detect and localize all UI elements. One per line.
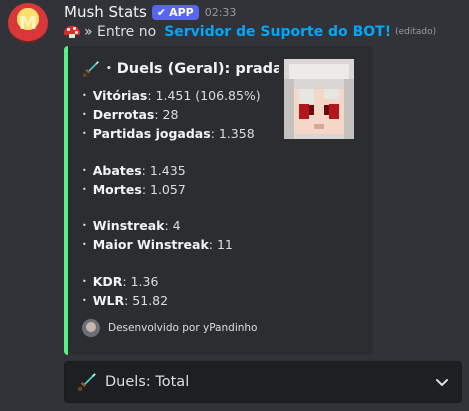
- stat-label: Derrotas: [92, 107, 155, 122]
- badge-label: APP: [169, 5, 194, 19]
- stat-value: : 11: [208, 237, 233, 252]
- stat-label: Winstreak: [92, 218, 165, 233]
- stat-label: WLR: [92, 293, 125, 308]
- sword-icon: [83, 61, 99, 77]
- stat-row: • Partidas jogadas : 1.358: [82, 126, 255, 141]
- bullet-icon: •: [82, 185, 87, 194]
- bullet-icon: •: [82, 166, 87, 175]
- footer-text: Desenvolvido por yPandinho: [108, 322, 258, 334]
- stat-row: • WLR : 51.82: [82, 293, 168, 308]
- timestamp[interactable]: 02:33: [205, 6, 237, 19]
- stat-label: Abates: [92, 163, 142, 178]
- stat-value: : 1.435: [141, 163, 186, 178]
- message-content: » Entre no Servidor de Suporte do BOT! (…: [64, 22, 436, 42]
- app-badge: ✔ APP: [151, 4, 199, 20]
- message-header: Mush Stats ✔ APP 02:33: [64, 2, 236, 22]
- stat-row: • KDR : 1.36: [82, 274, 158, 289]
- select-value: Duels: Total: [105, 374, 190, 390]
- player-skin-thumbnail: [279, 59, 359, 139]
- bullet-icon: •: [82, 129, 87, 138]
- footer-avatar-icon: [82, 319, 100, 337]
- intro-text: » Entre no: [84, 24, 157, 40]
- stat-value: : 4: [164, 218, 181, 233]
- bot-avatar[interactable]: M: [8, 3, 48, 43]
- stat-value: : 28: [154, 107, 179, 122]
- stat-row: • Maior Winstreak : 11: [82, 237, 233, 252]
- stat-label: Partidas jogadas: [92, 126, 211, 141]
- bullet-icon: •: [82, 221, 87, 230]
- stat-label: KDR: [92, 274, 123, 289]
- mode-select-dropdown[interactable]: Duels: Total: [64, 361, 462, 403]
- stat-value: : 51.82: [124, 293, 169, 308]
- bullet-icon: •: [82, 240, 87, 249]
- embed-title-row: • Duels (Geral): pradaa: [82, 60, 293, 78]
- embed-footer: Desenvolvido por yPandinho: [82, 319, 257, 337]
- edited-label: (editado): [395, 27, 437, 37]
- bullet-icon: •: [82, 91, 87, 100]
- embed-title: Duels (Geral): pradaa: [116, 61, 293, 77]
- bullet-icon: •: [82, 110, 87, 119]
- stat-value: : 1.451 (106.85%): [147, 88, 261, 103]
- author-name[interactable]: Mush Stats: [64, 3, 147, 21]
- stat-value: : 1.057: [141, 182, 186, 197]
- stat-label: Maior Winstreak: [92, 237, 209, 252]
- bullet-icon: •: [82, 277, 87, 286]
- stat-row: • Vitórias : 1.451 (106.85%): [82, 88, 261, 103]
- stat-value: : 1.358: [210, 126, 255, 141]
- bullet-icon: •: [82, 296, 87, 305]
- title-bullet: •: [106, 64, 112, 74]
- stat-row: • Winstreak : 4: [82, 218, 181, 233]
- support-server-link[interactable]: Servidor de Suporte do BOT!: [164, 24, 391, 40]
- chevron-down-icon[interactable]: [435, 375, 449, 389]
- check-icon: ✔: [156, 5, 167, 19]
- stat-value: : 1.36: [122, 274, 159, 289]
- stat-label: Mortes: [92, 182, 142, 197]
- stats-embed: • Duels (Geral): pradaa • Vitórias : 1.4…: [64, 46, 373, 355]
- sword-icon: [78, 373, 96, 391]
- stat-row: • Derrotas : 28: [82, 107, 178, 122]
- mushroom-emoji-icon: [64, 26, 80, 38]
- stat-label: Vitórias: [92, 88, 148, 103]
- stat-row: • Abates : 1.435: [82, 163, 186, 178]
- stat-row: • Mortes : 1.057: [82, 182, 186, 197]
